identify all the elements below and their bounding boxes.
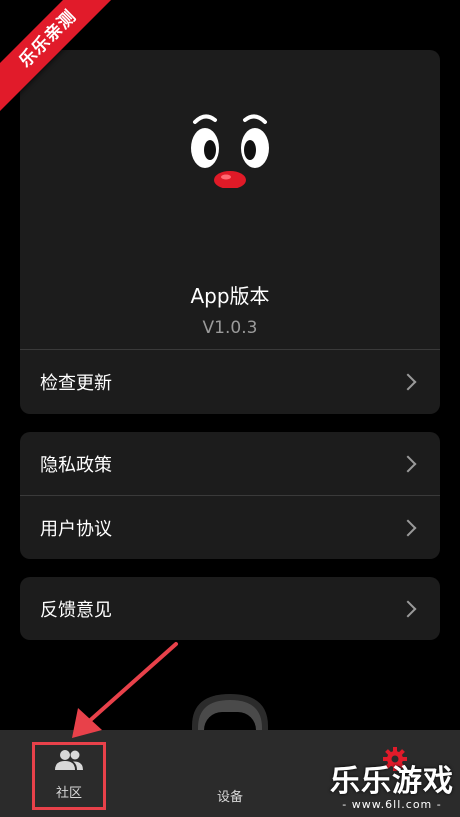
watermark-url: - www.6ll.com - xyxy=(342,798,442,811)
ribbon-text: 乐乐亲测 xyxy=(0,0,120,115)
corner-ribbon: 乐乐亲测 xyxy=(0,0,120,120)
watermark: 乐乐游戏 - www.6ll.com - xyxy=(330,764,454,812)
watermark-main: 乐乐游戏 xyxy=(330,764,454,799)
pointer-arrow-icon xyxy=(72,642,178,738)
